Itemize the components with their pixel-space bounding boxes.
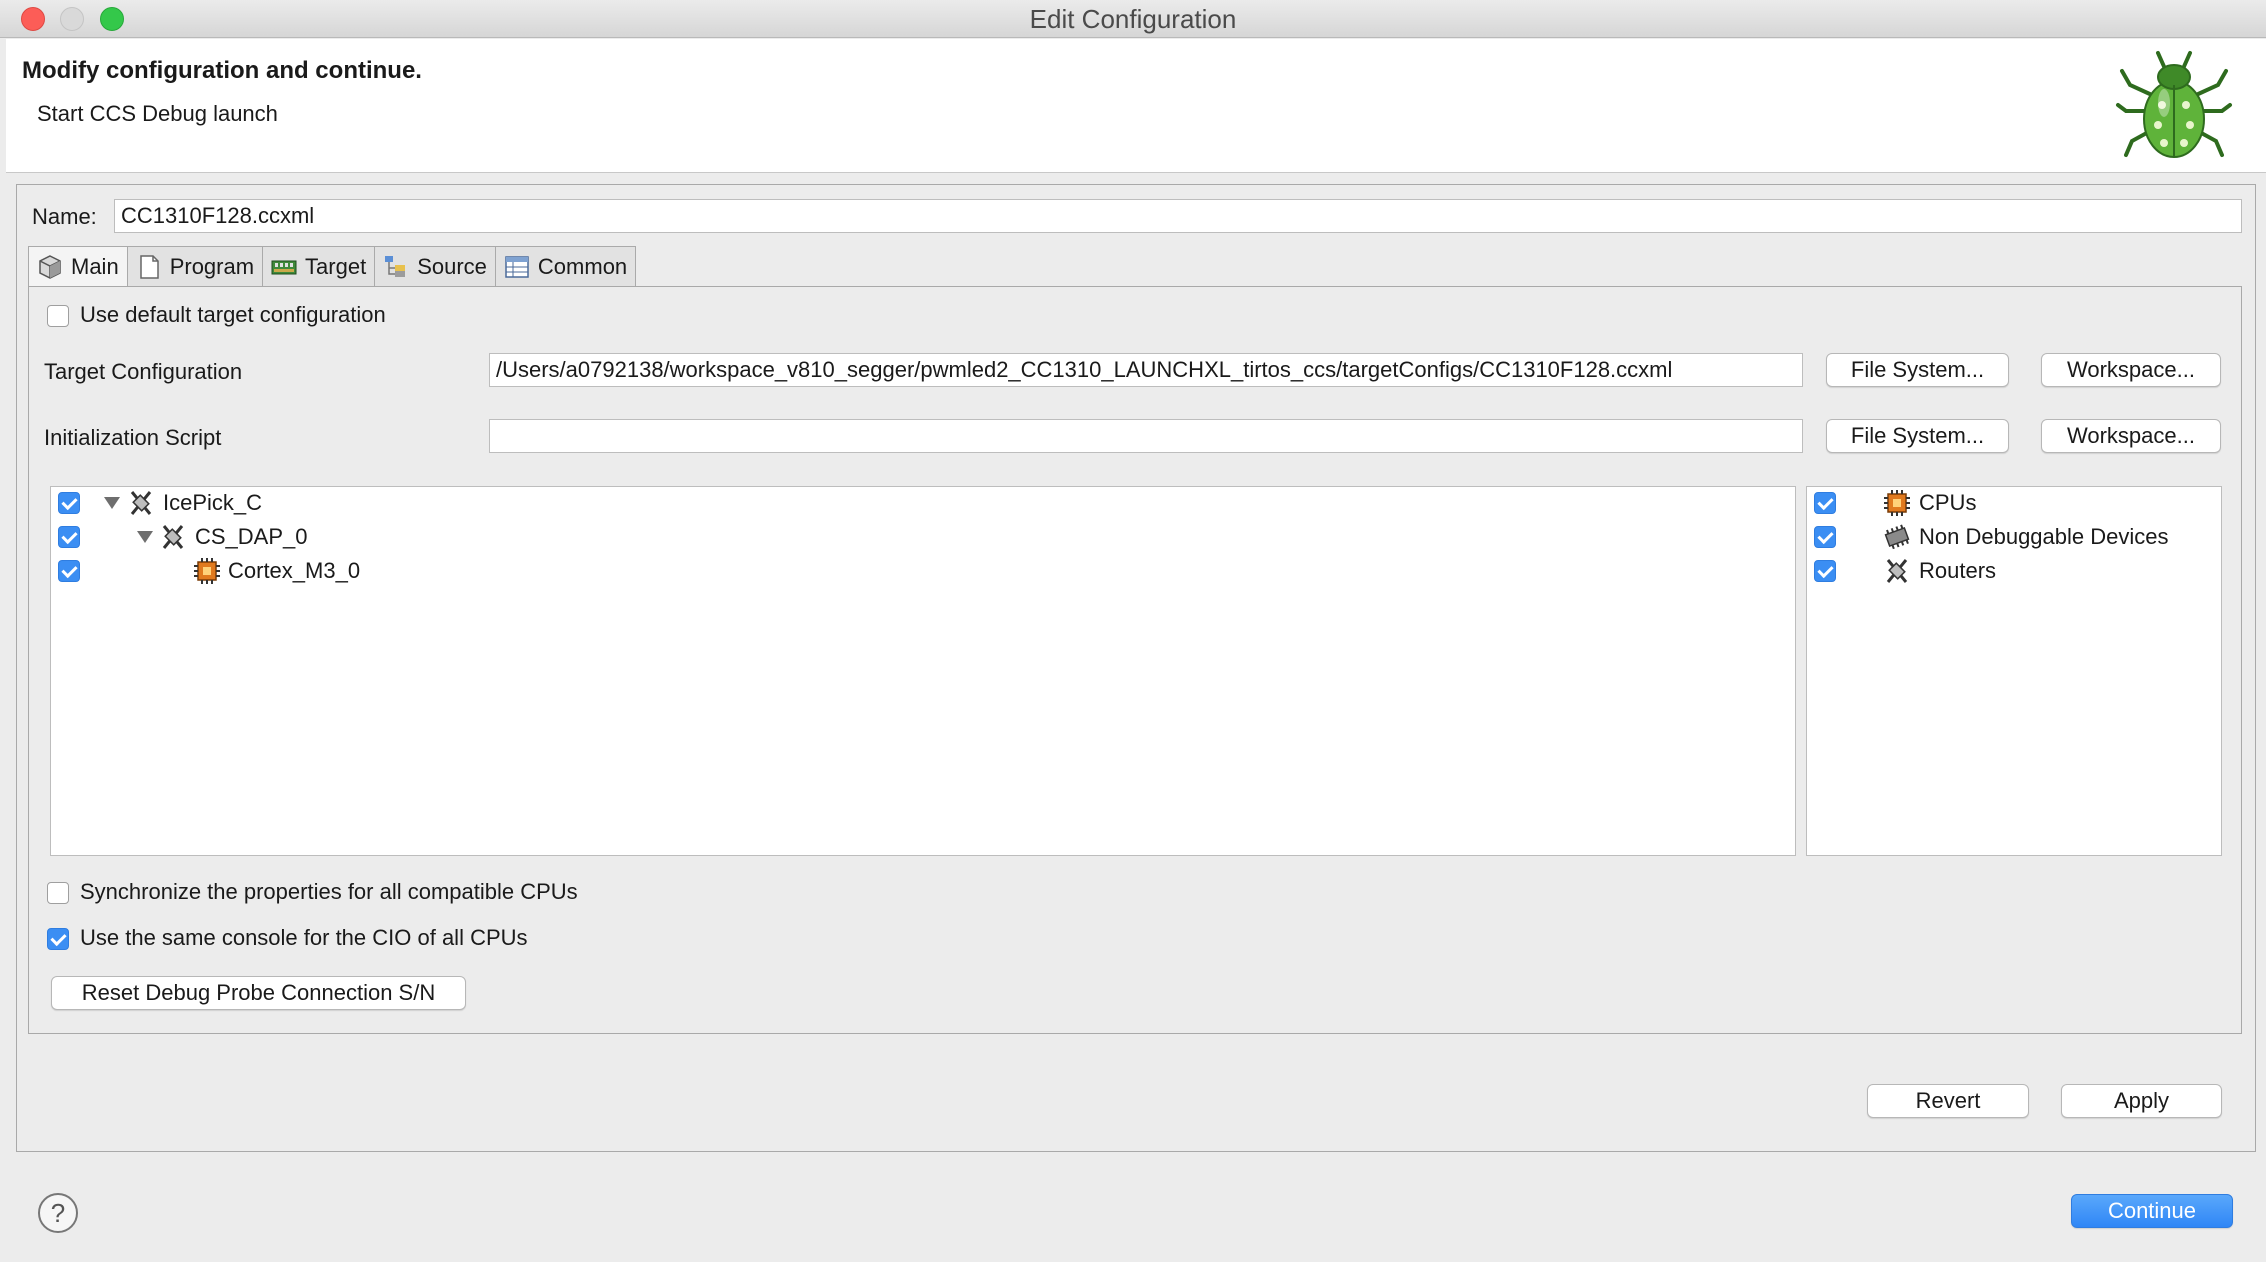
tree-checkbox-cs-dap[interactable] xyxy=(58,526,80,548)
filter-item-routers[interactable]: Routers xyxy=(1919,558,1996,588)
filter-checkbox-routers[interactable] xyxy=(1814,560,1836,582)
target-config-label: Target Configuration xyxy=(44,359,243,384)
init-script-file-system-button[interactable]: File System... xyxy=(1826,419,2009,453)
tree-checkbox-icepick[interactable] xyxy=(58,492,80,514)
use-default-target-label: Use default target configuration xyxy=(80,302,386,327)
tree-item-cs-dap[interactable]: CS_DAP_0 xyxy=(195,524,308,554)
edit-configuration-window: Edit Configuration Modify configuration … xyxy=(0,0,2266,1262)
document-icon xyxy=(139,254,159,279)
name-label: Name: xyxy=(32,204,97,229)
tab-target[interactable]: Target xyxy=(262,246,376,286)
cube-icon xyxy=(39,255,61,279)
target-config-workspace-button[interactable]: Workspace... xyxy=(2041,353,2221,387)
expand-arrow-icon[interactable] xyxy=(104,497,120,509)
target-config-input[interactable]: /Users/a0792138/workspace_v810_segger/pw… xyxy=(489,353,1803,387)
same-console-label: Use the same console for the CIO of all … xyxy=(80,925,528,950)
init-script-label: Initialization Script xyxy=(44,425,222,450)
tab-common[interactable]: Common xyxy=(494,246,637,286)
continue-button[interactable]: Continue xyxy=(2071,1194,2233,1228)
expand-arrow-icon[interactable] xyxy=(137,531,153,543)
name-input[interactable]: CC1310F128.ccxml xyxy=(114,199,2242,233)
target-config-file-system-button[interactable]: File System... xyxy=(1826,353,2009,387)
cpu-icon xyxy=(194,558,220,584)
tree-item-cortex-m3[interactable]: Cortex_M3_0 xyxy=(228,558,360,588)
revert-button[interactable]: Revert xyxy=(1867,1084,2029,1118)
source-tree-icon xyxy=(385,255,406,277)
tree-item-icepick[interactable]: IcePick_C xyxy=(163,490,262,520)
banner-headline: Modify configuration and continue. xyxy=(22,57,422,84)
table-icon xyxy=(505,255,529,278)
banner-subline: Start CCS Debug launch xyxy=(37,101,278,126)
filter-checkbox-cpus[interactable] xyxy=(1814,492,1836,514)
tab-bar: Main Program Target Source Common xyxy=(28,246,637,287)
init-script-input[interactable] xyxy=(489,419,1803,453)
sync-properties-checkbox[interactable] xyxy=(47,882,69,904)
window-title: Edit Configuration xyxy=(1029,4,1237,34)
tab-main[interactable]: Main xyxy=(28,246,128,287)
tab-target-label: Target xyxy=(305,253,367,279)
tab-source[interactable]: Source xyxy=(374,246,496,286)
filter-item-non-debuggable[interactable]: Non Debuggable Devices xyxy=(1919,524,2169,554)
tab-source-label: Source xyxy=(417,253,487,279)
use-default-target-checkbox[interactable] xyxy=(47,305,69,327)
chip-icon xyxy=(1884,524,1910,550)
debug-bug-icon xyxy=(2116,51,2232,158)
filter-checkbox-non-debuggable[interactable] xyxy=(1814,526,1836,548)
router-icon xyxy=(1886,559,1908,583)
help-icon[interactable]: ? xyxy=(38,1193,78,1233)
tab-program-label: Program xyxy=(169,253,255,279)
tab-main-label: Main xyxy=(71,254,119,279)
board-icon xyxy=(271,260,297,274)
device-tree[interactable] xyxy=(50,486,1796,856)
filter-item-cpus[interactable]: CPUs xyxy=(1919,490,1976,520)
header-banner: Modify configuration and continue. Start… xyxy=(6,39,2266,173)
reset-debug-probe-button[interactable]: Reset Debug Probe Connection S/N xyxy=(51,976,466,1010)
router-icon xyxy=(130,491,152,515)
title-bar: Edit Configuration xyxy=(0,0,2266,38)
tree-checkbox-cortex-m3[interactable] xyxy=(58,560,80,582)
sync-properties-label: Synchronize the properties for all compa… xyxy=(80,879,578,904)
apply-button[interactable]: Apply xyxy=(2061,1084,2222,1118)
tab-program[interactable]: Program xyxy=(126,246,264,286)
same-console-checkbox[interactable] xyxy=(47,928,69,950)
init-script-workspace-button[interactable]: Workspace... xyxy=(2041,419,2221,453)
router-icon xyxy=(162,525,184,549)
tab-common-label: Common xyxy=(537,253,628,279)
cpu-icon xyxy=(1884,490,1910,516)
